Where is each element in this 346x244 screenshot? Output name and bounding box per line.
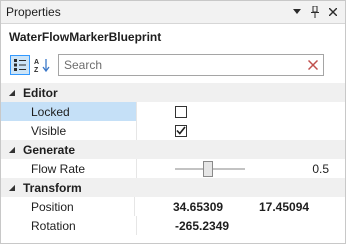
property-name: Rotation — [1, 216, 137, 235]
property-value — [137, 102, 345, 121]
property-value: 34.65309 17.45094 — [135, 197, 345, 216]
collapse-arrow-icon[interactable]: ◢ — [1, 145, 23, 154]
collapse-arrow-icon[interactable]: ◢ — [1, 88, 23, 97]
property-row-position[interactable]: Position 34.65309 17.45094 — [1, 197, 345, 216]
alphabetical-sort-icon[interactable]: A Z — [32, 55, 52, 75]
position-vector: 34.65309 17.45094 — [173, 200, 345, 214]
properties-panel: Properties WaterFlowMarkerBlueprint A Z … — [0, 0, 346, 244]
property-value[interactable]: -265.2349 — [137, 216, 345, 235]
flow-rate-value: 0.5 — [312, 161, 329, 176]
visible-checkbox[interactable] — [175, 124, 187, 137]
property-grid: ◢ Editor Locked Visible ◢ Generate Flow … — [1, 83, 345, 235]
pin-icon[interactable] — [307, 4, 323, 20]
property-name: Position — [1, 197, 135, 216]
property-row-flow-rate[interactable]: Flow Rate 0.5 — [1, 159, 345, 178]
property-name: Locked — [1, 102, 137, 121]
category-label: Transform — [23, 180, 82, 195]
search-input[interactable] — [64, 58, 303, 72]
category-editor[interactable]: ◢ Editor — [1, 83, 345, 102]
property-row-locked[interactable]: Locked — [1, 102, 345, 121]
position-y[interactable]: 17.45094 — [259, 200, 345, 214]
svg-text:A: A — [34, 59, 39, 66]
categorized-view-icon[interactable] — [10, 55, 30, 75]
search-box — [58, 54, 324, 76]
collapse-arrow-icon[interactable]: ◢ — [1, 183, 23, 192]
object-name: WaterFlowMarkerBlueprint — [9, 30, 162, 44]
property-row-rotation[interactable]: Rotation -265.2349 — [1, 216, 345, 235]
property-value — [137, 121, 345, 140]
category-transform[interactable]: ◢ Transform — [1, 178, 345, 197]
checkmark-icon — [176, 126, 186, 135]
flow-rate-slider[interactable] — [175, 160, 245, 177]
close-icon[interactable] — [325, 4, 341, 20]
slider-thumb[interactable] — [203, 160, 213, 177]
property-name: Visible — [1, 121, 137, 140]
category-label: Editor — [23, 85, 58, 100]
property-name: Flow Rate — [1, 159, 137, 178]
category-label: Generate — [23, 142, 76, 157]
chevron-down-icon[interactable] — [289, 4, 305, 20]
panel-title-bar: Properties — [1, 1, 345, 24]
position-x[interactable]: 34.65309 — [173, 200, 259, 214]
panel-title: Properties — [6, 5, 61, 19]
svg-text:Z: Z — [34, 67, 39, 73]
property-row-visible[interactable]: Visible — [1, 121, 345, 140]
property-value: 0.5 — [137, 159, 345, 178]
locked-checkbox[interactable] — [175, 105, 187, 118]
category-generate[interactable]: ◢ Generate — [1, 140, 345, 159]
property-toolbar: A Z — [1, 50, 345, 80]
clear-search-icon[interactable] — [303, 60, 323, 70]
